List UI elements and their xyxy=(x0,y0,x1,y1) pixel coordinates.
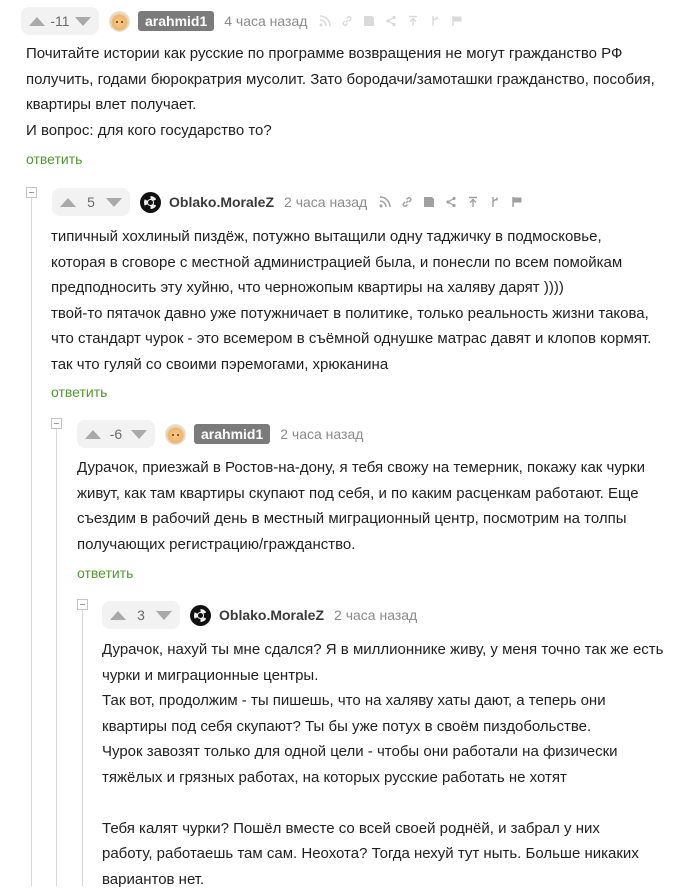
bun-avatar-icon[interactable] xyxy=(165,423,186,445)
username[interactable]: arahmid1 xyxy=(138,11,215,31)
comment-actions xyxy=(319,15,463,27)
vote-block: -11 xyxy=(21,7,99,35)
scroll-up-icon[interactable] xyxy=(467,196,479,208)
comment-time[interactable]: 2 часа назад xyxy=(284,194,367,210)
comment-text: типичный хохлиный пиздёж, потужно вытащи… xyxy=(51,228,652,373)
branch-icon[interactable] xyxy=(489,196,501,208)
vote-block: 3 xyxy=(102,601,180,629)
collapse-toggle-icon[interactable] xyxy=(51,418,62,429)
comment-time[interactable]: 2 часа назад xyxy=(280,426,363,442)
downvote-icon[interactable] xyxy=(131,429,147,439)
thread-line xyxy=(82,608,83,886)
flag-icon[interactable] xyxy=(451,15,463,27)
scroll-up-icon[interactable] xyxy=(407,15,419,27)
comment-header: -6 arahmid1 2 часа назад xyxy=(77,420,363,448)
username[interactable]: Oblako.MoraleZ xyxy=(219,607,324,623)
thread-line xyxy=(31,196,32,886)
downvote-icon[interactable] xyxy=(156,610,172,620)
comment-actions xyxy=(379,196,523,208)
rating: -11 xyxy=(50,13,70,29)
comment-time[interactable]: 4 часа назад xyxy=(224,13,307,29)
upvote-icon[interactable] xyxy=(60,197,76,207)
comment-header: -11 arahmid1 4 часа назад xyxy=(21,7,463,35)
reply-link[interactable]: ответить xyxy=(77,565,133,581)
vote-block: -6 xyxy=(77,420,155,448)
link-icon[interactable] xyxy=(401,196,413,208)
upvote-icon[interactable] xyxy=(29,16,45,26)
comment-header: 3 Oblako.MoraleZ 2 часа назад xyxy=(102,601,417,629)
branch-icon[interactable] xyxy=(429,15,441,27)
upvote-icon[interactable] xyxy=(85,429,101,439)
comment-header: 5 Oblako.MoraleZ 2 часа назад xyxy=(52,188,523,216)
comment-text: Почитайте истории как русские по програм… xyxy=(26,45,655,139)
link-icon[interactable] xyxy=(341,15,353,27)
radiation-avatar-icon[interactable] xyxy=(190,604,211,626)
flag-icon[interactable] xyxy=(511,196,523,208)
share-icon[interactable] xyxy=(445,196,457,208)
bun-avatar-icon[interactable] xyxy=(109,10,130,32)
comment-text: Дурачок, нахуй ты мне сдался? Я в миллио… xyxy=(102,641,664,888)
vote-block: 5 xyxy=(52,188,130,216)
downvote-icon[interactable] xyxy=(106,197,122,207)
collapse-toggle-icon[interactable] xyxy=(77,599,88,610)
rss-icon[interactable] xyxy=(379,196,391,208)
comment-time[interactable]: 2 часа назад xyxy=(334,607,417,623)
radiation-avatar-icon[interactable] xyxy=(140,191,161,213)
comment-text: Дурачок, приезжай в Ростов-на-дону, я те… xyxy=(77,459,645,553)
upvote-icon[interactable] xyxy=(110,610,126,620)
thread-line xyxy=(56,427,57,886)
save-icon[interactable] xyxy=(363,15,375,27)
save-icon[interactable] xyxy=(423,196,435,208)
username[interactable]: Oblako.MoraleZ xyxy=(169,194,274,210)
share-icon[interactable] xyxy=(385,15,397,27)
downvote-icon[interactable] xyxy=(75,16,91,26)
reply-link[interactable]: ответить xyxy=(26,151,82,167)
rating: 5 xyxy=(87,194,95,210)
reply-link[interactable]: ответить xyxy=(51,384,107,400)
rss-icon[interactable] xyxy=(319,15,332,27)
rating: 3 xyxy=(137,607,145,623)
username[interactable]: arahmid1 xyxy=(194,424,271,444)
rating: -6 xyxy=(109,426,123,442)
collapse-toggle-icon[interactable] xyxy=(26,187,37,198)
